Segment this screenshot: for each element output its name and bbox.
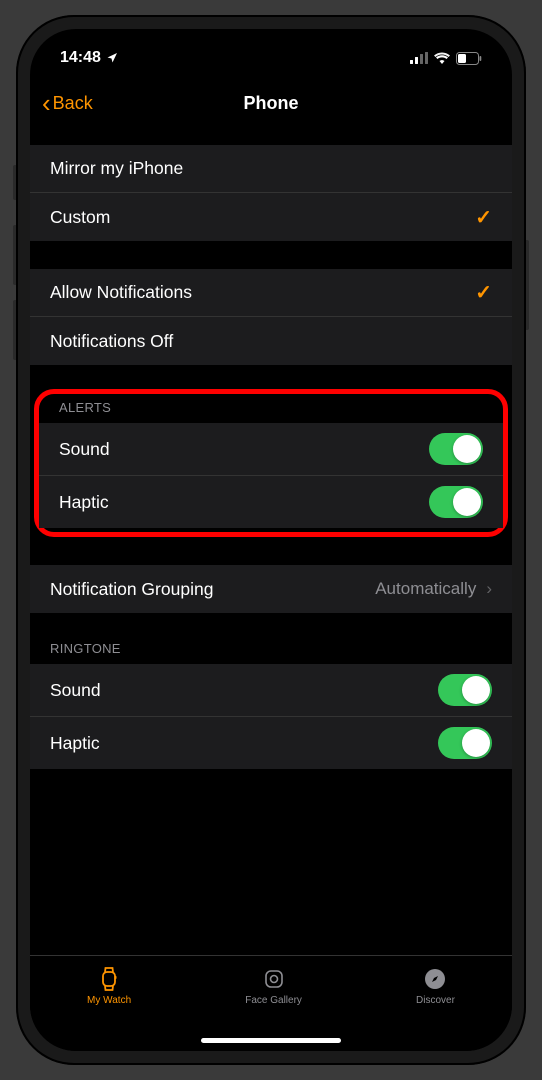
compass-icon: [422, 966, 448, 992]
annotation-highlight: ALERTS Sound Haptic: [34, 389, 508, 537]
cell-notification-grouping[interactable]: Notification Grouping Automatically ›: [30, 565, 512, 613]
status-left: 14:48: [60, 49, 118, 67]
cell-ringtone-haptic: Haptic: [30, 717, 512, 769]
cell-label: Sound: [59, 439, 110, 460]
cell-group: Allow Notifications ✓ Notifications Off: [30, 269, 512, 365]
chevron-left-icon: ‹: [42, 90, 51, 116]
cell-label: Notifications Off: [50, 331, 173, 352]
section-mirror: Mirror my iPhone Custom ✓: [30, 145, 512, 241]
cell-ringtone-sound: Sound: [30, 664, 512, 717]
cell-group: Notification Grouping Automatically ›: [30, 565, 512, 613]
section-grouping: Notification Grouping Automatically ›: [30, 565, 512, 613]
volume-up-button: [13, 225, 16, 285]
tab-my-watch[interactable]: My Watch: [87, 966, 131, 1006]
section-header-alerts: ALERTS: [39, 394, 503, 423]
cell-group: Mirror my iPhone Custom ✓: [30, 145, 512, 241]
cell-mirror-iphone[interactable]: Mirror my iPhone: [30, 145, 512, 193]
wifi-icon: [434, 52, 450, 64]
toggle-ringtone-haptic[interactable]: [438, 727, 492, 759]
battery-icon: [456, 52, 482, 65]
chevron-right-icon: ›: [486, 579, 492, 599]
toggle-alerts-haptic[interactable]: [429, 486, 483, 518]
silent-switch: [13, 165, 16, 200]
cell-group: Sound Haptic: [39, 423, 503, 528]
cell-custom[interactable]: Custom ✓: [30, 193, 512, 241]
cell-label: Sound: [50, 680, 101, 701]
back-button[interactable]: ‹ Back: [42, 90, 93, 116]
volume-down-button: [13, 300, 16, 360]
tab-label: My Watch: [87, 995, 131, 1006]
cell-allow-notifications[interactable]: Allow Notifications ✓: [30, 269, 512, 317]
notch: [171, 29, 371, 57]
section-ringtone: RINGTONE Sound Haptic: [30, 641, 512, 769]
watch-icon: [96, 966, 122, 992]
face-gallery-icon: [261, 966, 287, 992]
cell-alerts-sound: Sound: [39, 423, 503, 476]
checkmark-icon: ✓: [475, 280, 492, 305]
power-button: [526, 240, 529, 330]
cell-label: Notification Grouping: [50, 579, 213, 600]
toggle-ringtone-sound[interactable]: [438, 674, 492, 706]
cell-label: Mirror my iPhone: [50, 158, 183, 179]
cell-label: Haptic: [59, 492, 109, 513]
tab-bar: My Watch Face Gallery Di: [30, 955, 512, 1051]
cell-label: Haptic: [50, 733, 100, 754]
tab-label: Discover: [416, 995, 455, 1006]
tab-label: Face Gallery: [245, 995, 302, 1006]
status-time: 14:48: [60, 49, 101, 67]
back-label: Back: [53, 93, 93, 114]
cell-label: Allow Notifications: [50, 282, 192, 303]
checkmark-icon: ✓: [475, 205, 492, 230]
cell-value: Automatically: [375, 579, 476, 599]
location-icon: [106, 52, 118, 64]
status-right: [410, 52, 482, 65]
section-header-ringtone: RINGTONE: [30, 641, 512, 664]
section-notifications: Allow Notifications ✓ Notifications Off: [30, 269, 512, 365]
nav-bar: ‹ Back Phone: [30, 77, 512, 129]
screen: 14:48: [30, 29, 512, 1051]
cell-group: Sound Haptic: [30, 664, 512, 769]
cell-right: Automatically ›: [375, 579, 492, 599]
cellular-icon: [410, 52, 428, 64]
page-title: Phone: [243, 93, 298, 114]
tab-discover[interactable]: Discover: [416, 966, 455, 1006]
tab-face-gallery[interactable]: Face Gallery: [245, 966, 302, 1006]
home-indicator[interactable]: [201, 1038, 341, 1043]
cell-label: Custom: [50, 207, 110, 228]
content[interactable]: Mirror my iPhone Custom ✓ Allow Notifica…: [30, 129, 512, 955]
cell-notifications-off[interactable]: Notifications Off: [30, 317, 512, 365]
phone-frame: 14:48: [16, 15, 526, 1065]
toggle-alerts-sound[interactable]: [429, 433, 483, 465]
cell-alerts-haptic: Haptic: [39, 476, 503, 528]
